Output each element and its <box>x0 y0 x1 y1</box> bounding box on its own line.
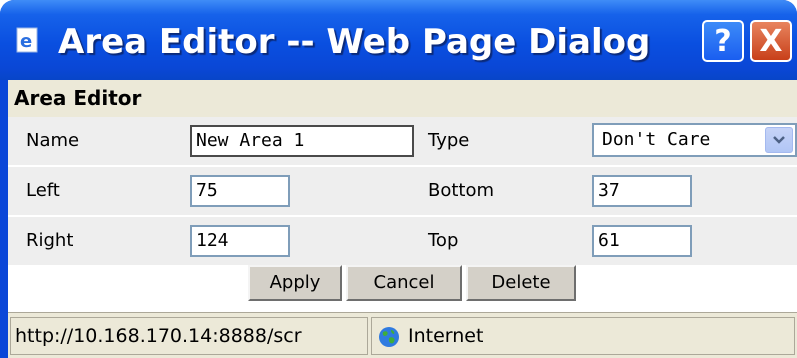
left-label: Left <box>26 180 60 201</box>
dialog-window: e Area Editor -- Web Page Dialog ? X Are… <box>0 0 797 358</box>
delete-button[interactable]: Delete <box>466 265 576 301</box>
svg-text:e: e <box>20 31 32 52</box>
top-input[interactable]: 61 <box>592 225 692 257</box>
left-input[interactable]: 75 <box>190 175 290 207</box>
ie-page-icon: e <box>14 26 42 54</box>
window-title: Area Editor -- Web Page Dialog <box>58 22 651 62</box>
status-url: http://10.168.170.14:8888/scr <box>10 317 368 355</box>
right-input[interactable]: 124 <box>190 225 290 257</box>
right-label: Right <box>26 230 74 251</box>
type-select[interactable]: Don't Care <box>592 123 797 157</box>
status-bar: http://10.168.170.14:8888/scr Internet <box>8 312 797 358</box>
close-button[interactable]: X <box>750 20 792 62</box>
zone-label: Internet <box>408 325 484 347</box>
bottom-input[interactable]: 37 <box>592 175 692 207</box>
chevron-down-icon[interactable] <box>765 127 793 153</box>
type-label: Type <box>428 130 470 151</box>
security-zone: Internet <box>371 317 795 355</box>
type-select-value: Don't Care <box>602 129 711 150</box>
section-header: Area Editor <box>8 80 797 117</box>
top-label: Top <box>428 230 459 251</box>
globe-icon <box>378 326 400 348</box>
dialog-body: Area Editor Name New Area 1 Type Don't C… <box>8 80 797 358</box>
name-label: Name <box>26 130 80 151</box>
apply-button[interactable]: Apply <box>248 265 342 301</box>
bottom-label: Bottom <box>428 180 495 201</box>
field-row: Name New Area 1 Type Don't Care <box>8 117 797 165</box>
title-bar[interactable]: e Area Editor -- Web Page Dialog ? X <box>0 0 797 80</box>
button-bar: Apply Cancel Delete <box>8 265 797 305</box>
help-button[interactable]: ? <box>702 20 744 62</box>
cancel-button[interactable]: Cancel <box>346 265 462 301</box>
name-input[interactable]: New Area 1 <box>190 125 414 157</box>
field-row: Left 75 Bottom 37 <box>8 167 797 215</box>
field-row: Right 124 Top 61 <box>8 217 797 265</box>
